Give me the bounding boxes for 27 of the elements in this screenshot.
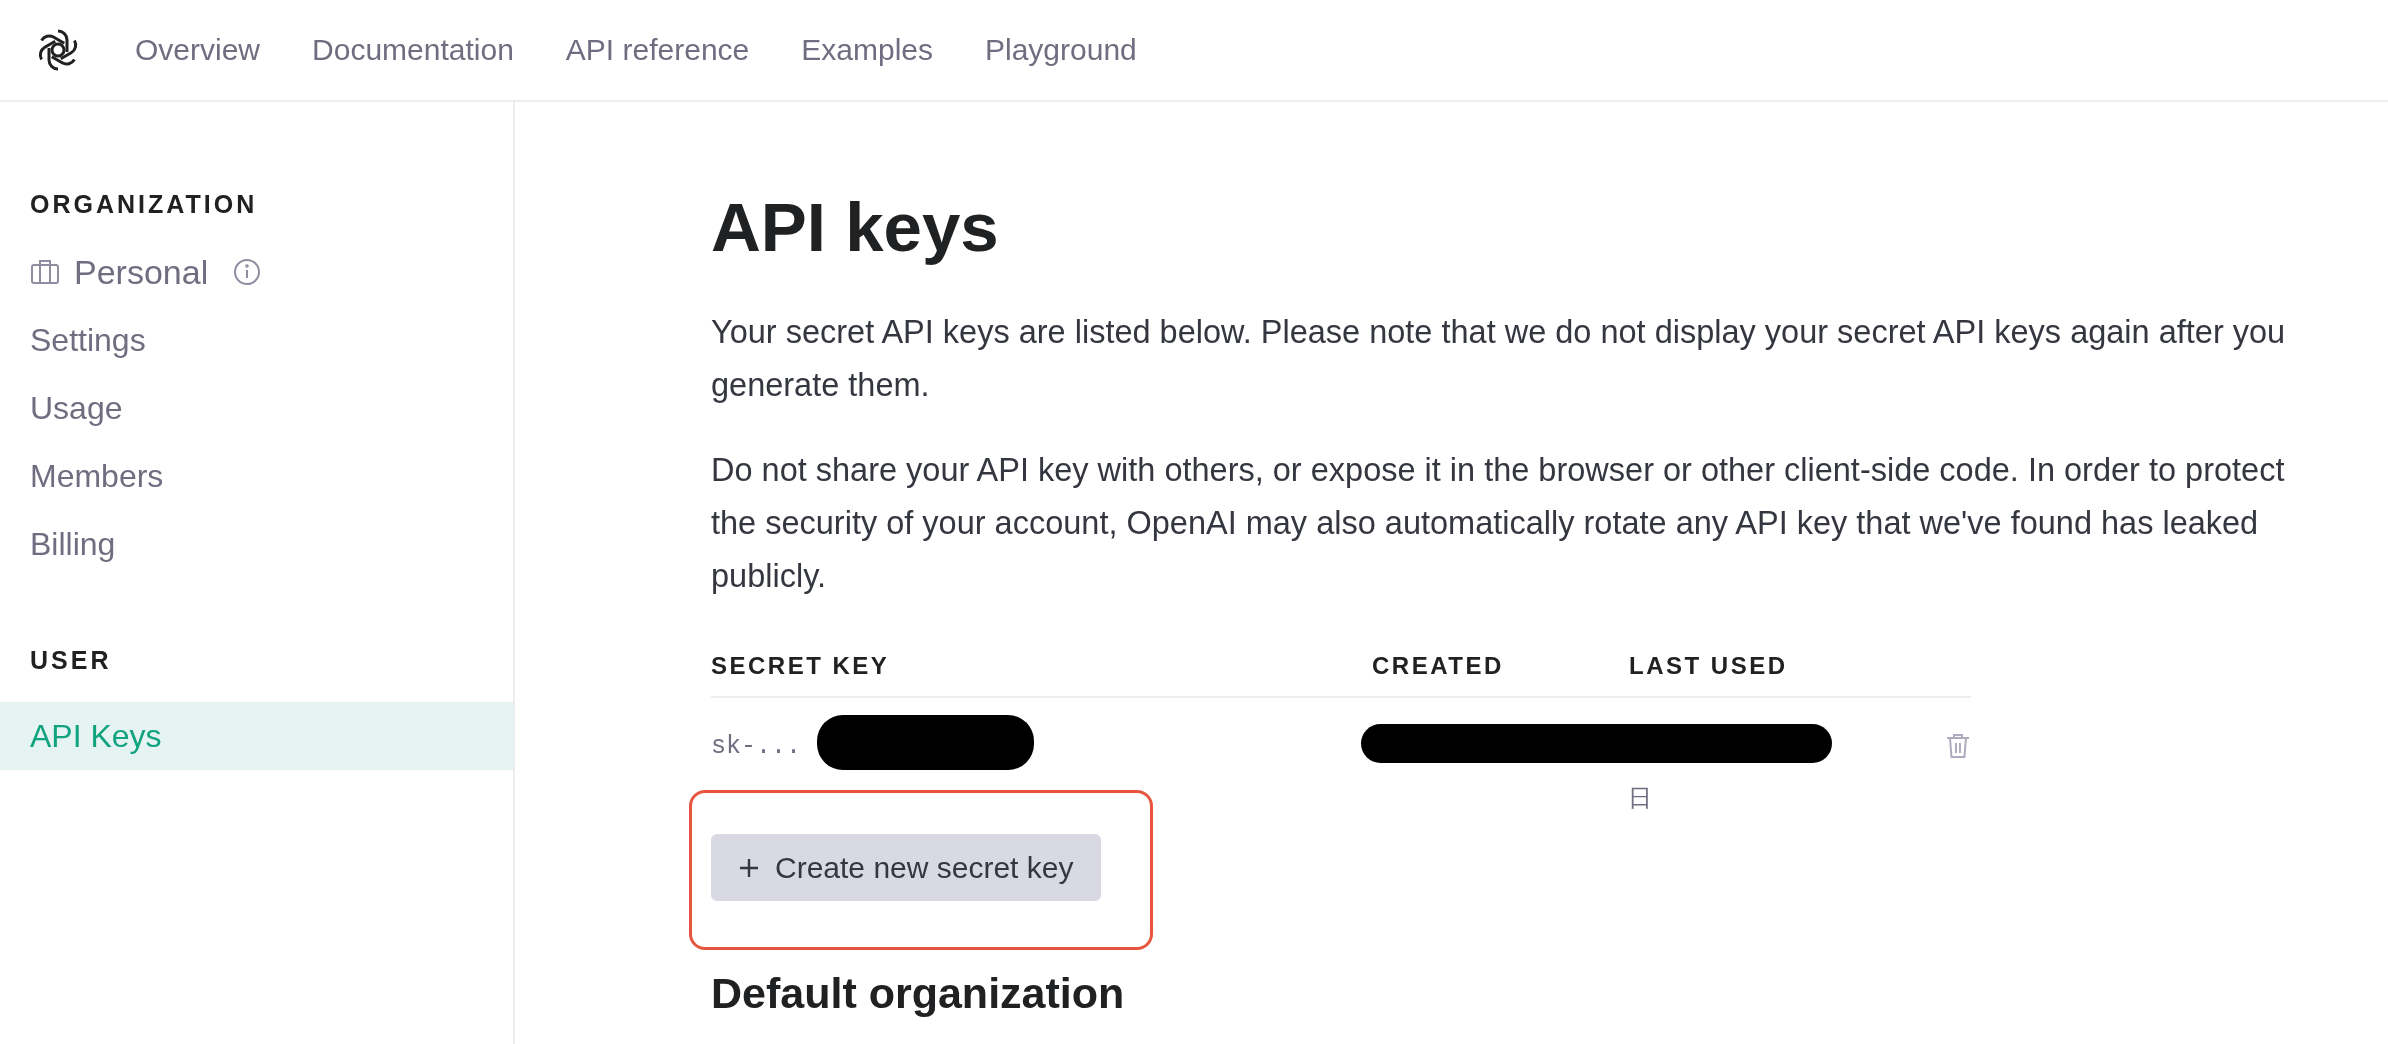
sidebar-item[interactable]: Settings	[0, 306, 513, 374]
sidebar-item[interactable]: Usage	[0, 374, 513, 442]
sidebar-item[interactable]: API Keys	[0, 702, 513, 770]
nav-link[interactable]: Documentation	[312, 33, 514, 67]
page-title: API keys	[711, 188, 1000, 268]
create-key-button[interactable]: Create new secret key	[711, 834, 1102, 901]
column-header: CREATED	[1372, 652, 1505, 680]
last-used-text: 日	[1627, 783, 1652, 813]
column-header: LAST USED	[1629, 652, 1789, 680]
plus-icon	[739, 857, 759, 878]
secret-key-text: sk-...	[711, 731, 801, 761]
sidebar-item[interactable]: Personal	[0, 238, 513, 306]
delete-icon[interactable]	[1945, 732, 1971, 760]
column-header: SECRET KEY	[711, 652, 891, 680]
briefcase-icon	[30, 257, 60, 287]
description-text: Your secret API keys are listed below. Please note that we do not display your secret API keys again after you generate them.	[711, 313, 2287, 405]
info-icon[interactable]	[232, 257, 263, 287]
section-heading: ORGANIZATION	[29, 190, 259, 218]
nav-link[interactable]: Overview	[135, 33, 261, 67]
nav-link[interactable]: Playground	[985, 33, 1137, 67]
description-text: Do not share your API key with others, or expose it in the browser or other client-side code. In order to protect the security of your account, OpenAI may also automatically rotate any API key that we've found has leaked publicly.	[711, 451, 2286, 596]
sidebar-item[interactable]: Billing	[0, 510, 513, 578]
nav-link[interactable]: API reference	[565, 33, 750, 67]
section-title: Default organization	[711, 969, 1126, 1018]
nav-link[interactable]: Examples	[801, 33, 933, 67]
sidebar-item[interactable]: Members	[0, 442, 513, 510]
section-heading: USER	[29, 646, 113, 674]
